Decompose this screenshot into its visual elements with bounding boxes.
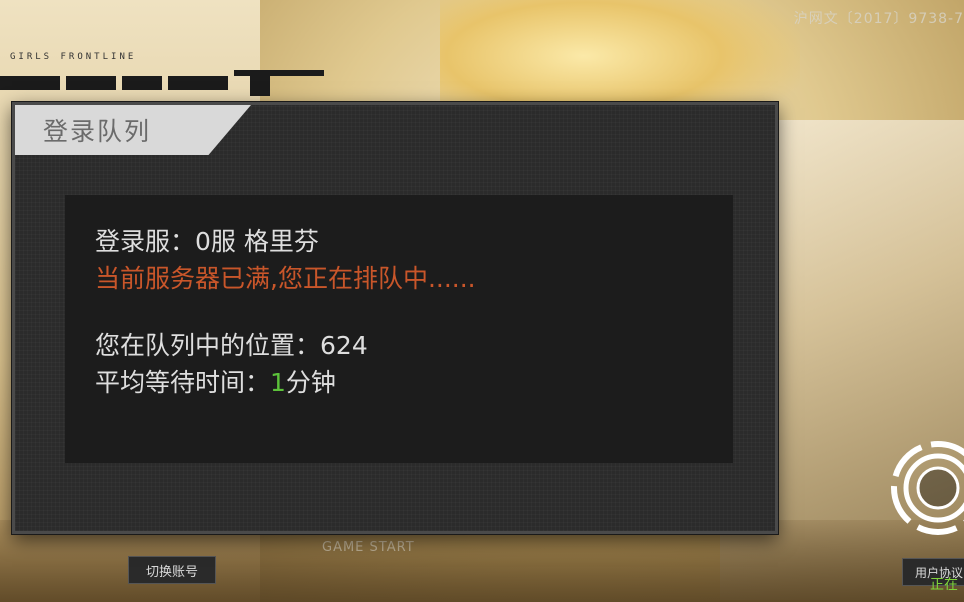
game-screen: 沪网文〔2017〕9738-7 GIRLS FRONTLINE GAME STA…: [0, 0, 964, 602]
dialog-content: 登录服：0服 格里芬 当前服务器已满,您正在排队中...... 您在队列中的位置…: [65, 195, 733, 463]
wait-time-unit: 分钟: [285, 368, 336, 397]
loading-status: 正在: [930, 577, 958, 593]
wait-time-label: 平均等待时间：: [95, 368, 271, 397]
server-line: 登录服：0服 格里芬: [95, 227, 319, 256]
game-logo-icon: [0, 70, 324, 96]
queue-status-line: 当前服务器已满,您正在排队中......: [95, 264, 476, 293]
dialog-title: 登录队列: [43, 117, 152, 146]
dialog-title-tab: 登录队列: [15, 105, 251, 155]
game-logo-text: GIRLS FRONTLINE: [10, 52, 137, 62]
login-queue-dialog: 登录队列 登录服：0服 格里芬 当前服务器已满,您正在排队中...... 您在队…: [12, 102, 778, 534]
license-number: 沪网文〔2017〕9738-7: [793, 11, 964, 27]
queue-position-value: 624: [320, 331, 368, 360]
queue-position-line: 您在队列中的位置：624: [95, 327, 703, 364]
queue-position-label: 您在队列中的位置：: [95, 331, 321, 360]
wait-time-line: 平均等待时间：1分钟: [95, 364, 703, 401]
loading-spinner-icon: [891, 441, 964, 535]
wait-time-value: 1: [270, 368, 286, 397]
game-start-label: GAME START: [322, 540, 415, 555]
switch-account-button[interactable]: 切换账号: [128, 556, 216, 584]
